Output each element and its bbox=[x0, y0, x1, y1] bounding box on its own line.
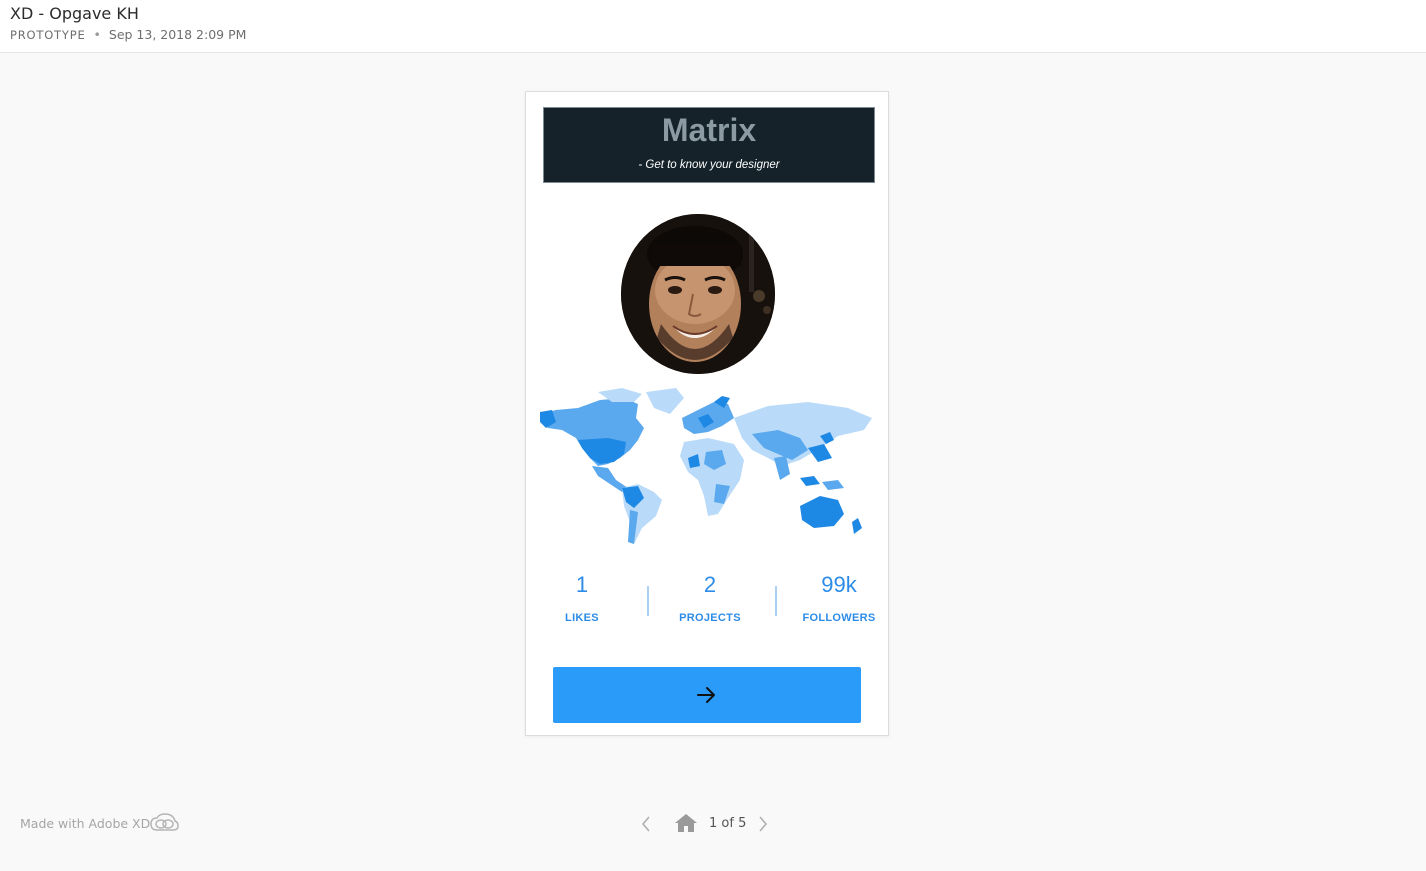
page-navigator: 1 of 5 bbox=[640, 810, 780, 838]
stat-divider bbox=[775, 586, 777, 616]
stat-followers-label: FOLLOWERS bbox=[802, 612, 876, 624]
stat-projects-label: PROJECTS bbox=[679, 612, 741, 624]
prototype-screen: Matrix - Get to know your designer 1 LIK… bbox=[525, 91, 889, 736]
stat-likes-value: 1 bbox=[575, 572, 589, 597]
banner-title: Matrix bbox=[661, 112, 757, 148]
stat-followers-value: 99k bbox=[821, 572, 857, 597]
home-button[interactable] bbox=[674, 813, 698, 838]
document-meta: PROTOTYPE • Sep 13, 2018 2:09 PM bbox=[10, 27, 246, 42]
stat-likes: 1 LIKES bbox=[522, 572, 642, 624]
world-map bbox=[538, 388, 878, 548]
chevron-left-icon bbox=[641, 816, 650, 832]
stat-projects: 2 PROJECTS bbox=[650, 572, 770, 624]
meta-separator: • bbox=[93, 27, 101, 42]
document-title: XD - Opgave KH bbox=[10, 4, 139, 23]
stat-projects-value: 2 bbox=[703, 572, 717, 597]
page-counter: 1 of 5 bbox=[709, 816, 747, 831]
previous-page-button[interactable] bbox=[640, 815, 652, 838]
stats-row: 1 LIKES 2 PROJECTS 99k FOLLOWERS bbox=[526, 572, 888, 628]
next-button[interactable] bbox=[553, 667, 861, 723]
document-timestamp: Sep 13, 2018 2:09 PM bbox=[108, 27, 247, 42]
profile-avatar bbox=[621, 214, 775, 374]
chevron-right-icon bbox=[759, 816, 768, 832]
stat-likes-label: LIKES bbox=[565, 612, 599, 624]
stat-divider bbox=[647, 586, 649, 616]
arrow-right-icon bbox=[697, 687, 715, 703]
stat-followers: 99k FOLLOWERS bbox=[779, 572, 899, 624]
home-icon bbox=[675, 814, 697, 832]
banner-subtitle: - Get to know your designer bbox=[638, 159, 780, 171]
next-page-button[interactable] bbox=[757, 815, 769, 838]
made-with-adobe-xd[interactable]: Made with Adobe XD bbox=[20, 816, 150, 831]
document-kind: PROTOTYPE bbox=[10, 28, 86, 42]
creative-cloud-icon[interactable] bbox=[149, 812, 179, 839]
header-banner: Matrix - Get to know your designer bbox=[543, 107, 875, 183]
top-bar: XD - Opgave KH PROTOTYPE • Sep 13, 2018 2:… bbox=[0, 0, 1426, 53]
